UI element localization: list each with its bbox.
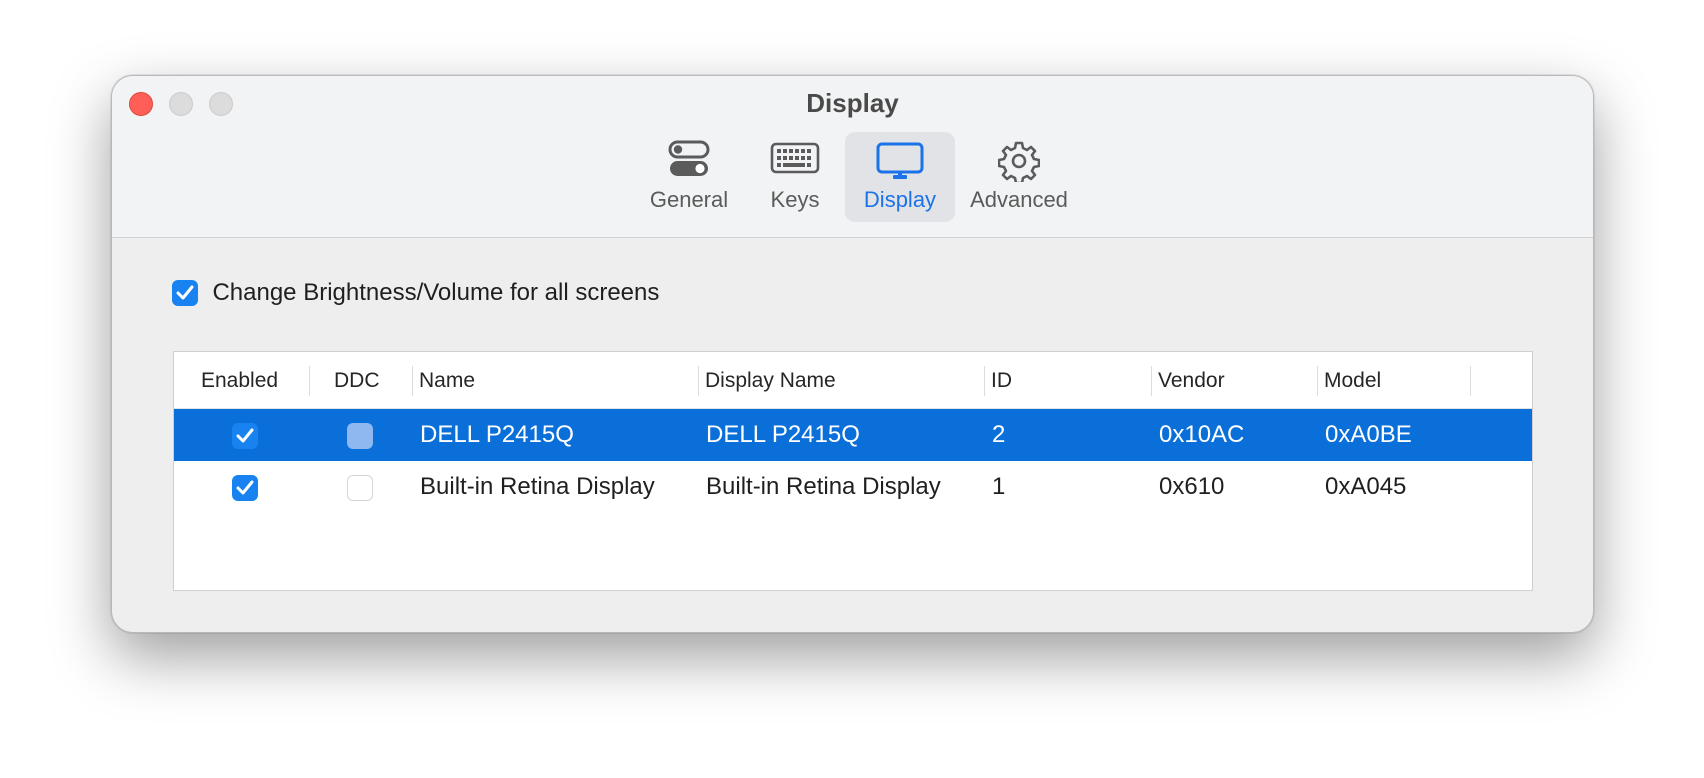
tab-advanced-label: Advanced — [970, 187, 1068, 212]
titlebar: Display General Keys Display Advanced — [112, 76, 1593, 238]
table-row[interactable]: DELL P2415Q DELL P2415Q 2 0x10AC 0xA0BE — [174, 409, 1532, 461]
table-header: Enabled DDC Name Display Name ID Vendor … — [174, 352, 1532, 409]
enabled-checkbox[interactable] — [232, 423, 258, 449]
all-screens-option[interactable]: Change Brightness/Volume for all screens — [172, 279, 659, 309]
all-screens-label: Change Brightness/Volume for all screens — [212, 279, 660, 306]
tab-display-label: Display — [863, 187, 937, 212]
header-name[interactable]: Name — [419, 369, 475, 393]
tab-display[interactable]: Display — [845, 132, 955, 222]
gear-icon — [997, 140, 1041, 187]
all-screens-checkbox[interactable] — [172, 280, 198, 306]
column-separator[interactable] — [309, 366, 310, 396]
preferences-toolbar: General Keys Display Advanced — [112, 132, 1593, 224]
cell-display-name: Built-in Retina Display — [706, 473, 941, 500]
header-enabled[interactable]: Enabled — [201, 369, 278, 393]
column-separator[interactable] — [1470, 366, 1471, 396]
preferences-window: Display General Keys Display Advanced Ch… — [111, 75, 1594, 633]
ddc-checkbox[interactable] — [347, 475, 373, 501]
column-separator[interactable] — [984, 366, 985, 396]
cell-model: 0xA0BE — [1325, 421, 1412, 448]
header-vendor[interactable]: Vendor — [1158, 369, 1225, 393]
cell-vendor: 0x610 — [1159, 473, 1225, 500]
cell-name: DELL P2415Q — [420, 421, 574, 448]
enabled-checkbox[interactable] — [232, 475, 258, 501]
cell-model: 0xA045 — [1325, 473, 1407, 500]
column-separator[interactable] — [698, 366, 699, 396]
header-ddc[interactable]: DDC — [334, 369, 380, 393]
cell-id: 2 — [992, 421, 1006, 448]
header-model[interactable]: Model — [1324, 369, 1381, 393]
cell-display-name: DELL P2415Q — [706, 421, 860, 448]
tab-general[interactable]: General — [632, 132, 746, 222]
window-title: Display — [806, 88, 899, 118]
monitor-icon — [876, 142, 924, 187]
header-display-name[interactable]: Display Name — [705, 369, 836, 393]
header-id[interactable]: ID — [991, 369, 1012, 393]
toggle-switches-icon — [668, 140, 710, 183]
column-separator[interactable] — [1317, 366, 1318, 396]
tab-advanced[interactable]: Advanced — [958, 132, 1080, 222]
ddc-checkbox[interactable] — [347, 423, 373, 449]
tab-keys[interactable]: Keys — [748, 132, 842, 222]
keyboard-icon — [770, 142, 820, 179]
table-row[interactable]: Built-in Retina Display Built-in Retina … — [174, 461, 1532, 513]
cell-name: Built-in Retina Display — [420, 473, 655, 500]
tab-general-label: General — [649, 187, 729, 212]
column-separator[interactable] — [1151, 366, 1152, 396]
cell-id: 1 — [992, 473, 1006, 500]
displays-table: Enabled DDC Name Display Name ID Vendor … — [173, 351, 1533, 591]
cell-vendor: 0x10AC — [1159, 421, 1245, 448]
tab-keys-label: Keys — [770, 187, 820, 212]
column-separator[interactable] — [412, 366, 413, 396]
